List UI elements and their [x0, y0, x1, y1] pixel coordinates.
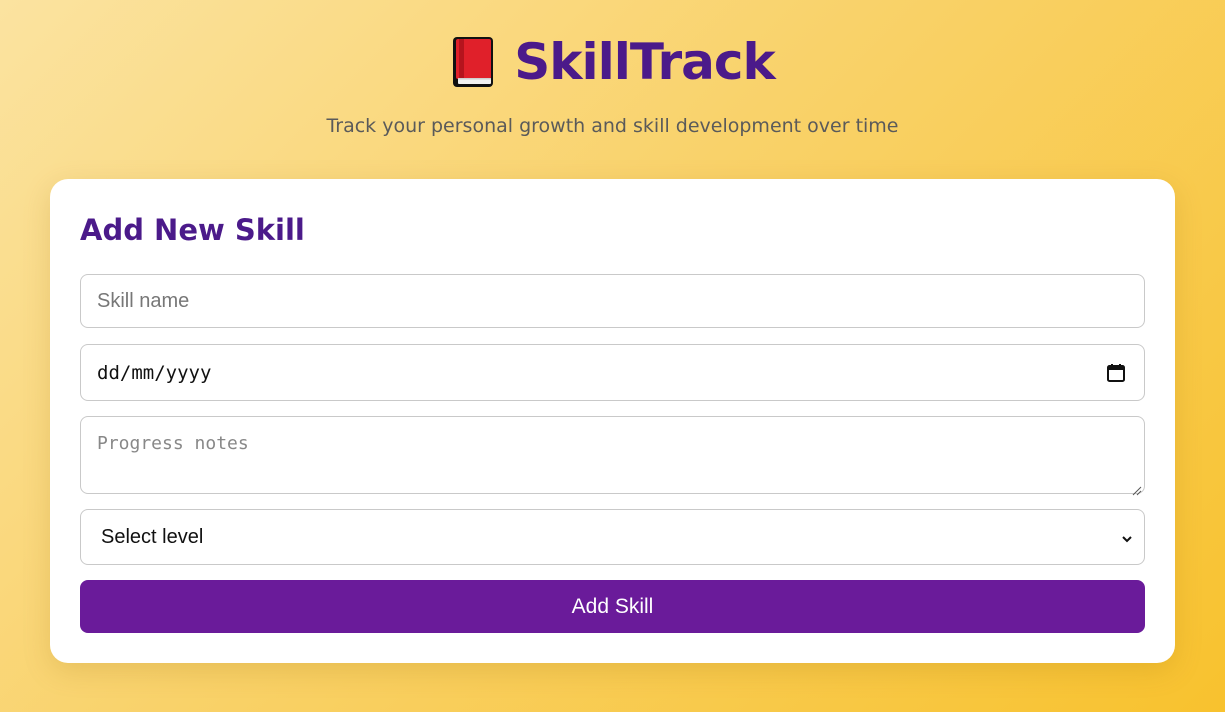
date-placeholder: dd/mm/yyyy — [97, 361, 212, 384]
add-skill-button[interactable]: Add Skill — [80, 580, 1145, 633]
skill-name-input[interactable]: Skill name — [80, 274, 1145, 328]
app-title: SkillTrack — [514, 33, 776, 91]
date-input[interactable]: dd/mm/yyyy — [80, 344, 1145, 401]
notes-placeholder: Progress notes — [97, 433, 249, 454]
form-title: Add New Skill — [80, 213, 305, 247]
chevron-down-icon — [1120, 531, 1134, 545]
app-header: SkillTrack Track your personal growth an… — [0, 30, 1225, 137]
level-selected-value: Select level — [101, 525, 204, 548]
calendar-icon[interactable] — [1106, 363, 1126, 383]
title-row: SkillTrack — [0, 30, 1225, 94]
app-subtitle: Track your personal growth and skill dev… — [326, 115, 899, 137]
skill-name-placeholder: Skill name — [97, 289, 190, 312]
resize-handle-icon[interactable] — [1132, 481, 1142, 496]
progress-notes-textarea[interactable]: Progress notes — [80, 416, 1145, 496]
level-select[interactable]: Select level — [80, 509, 1145, 565]
red-book-icon — [450, 34, 496, 90]
add-skill-card: Add New Skill Skill name dd/mm/yyyy Prog… — [50, 179, 1175, 663]
